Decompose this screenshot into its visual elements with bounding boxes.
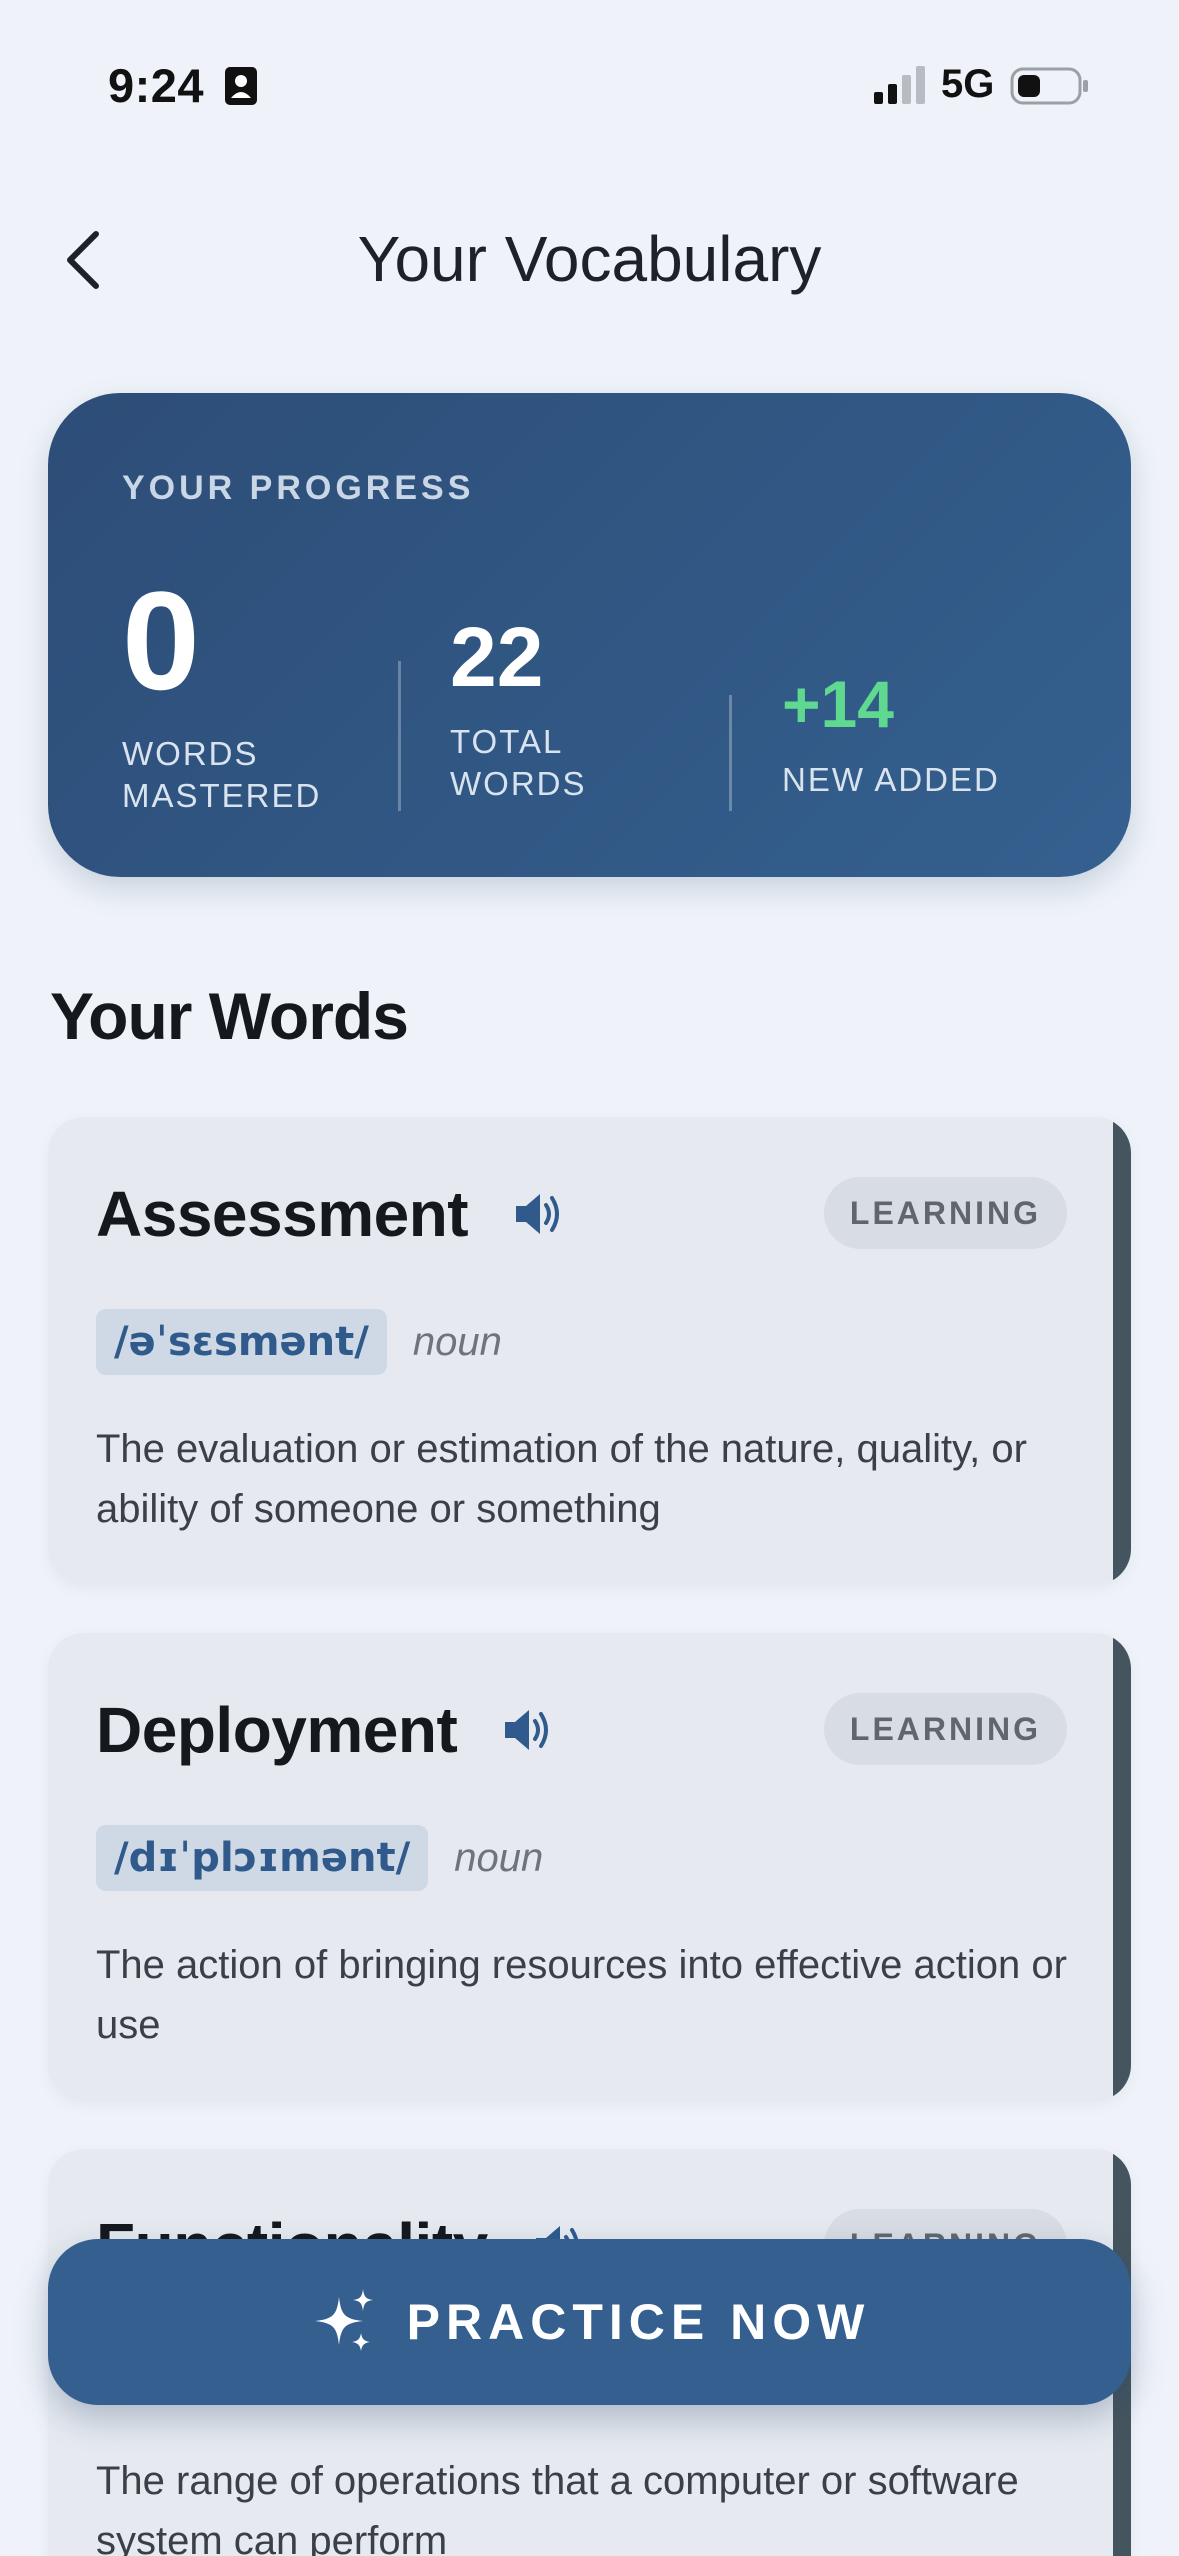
- status-time: 9:24: [108, 59, 205, 112]
- word-card[interactable]: Assessment LEARNING /əˈsɛsmənt/ noun The…: [48, 1117, 1131, 1585]
- mastered-caption-line2: MASTERED: [122, 777, 322, 814]
- word-card[interactable]: Deployment LEARNING /dɪˈplɔɪmənt/ noun T…: [48, 1633, 1131, 2101]
- word-title: Deployment: [96, 1694, 458, 1766]
- stat-divider: [729, 695, 732, 811]
- speaker-icon[interactable]: [501, 1704, 553, 1756]
- vocabulary-screen: 9:24 5G Your Vocabulary YOUR PROGRESS 0: [0, 0, 1179, 2556]
- new-added-count: +14: [782, 667, 894, 741]
- pronunciation-row: /əˈsɛsmənt/ noun: [96, 1309, 502, 1375]
- sparkle-icon: [314, 2289, 373, 2351]
- mastered-count: 0: [122, 562, 200, 719]
- page-title: Your Vocabulary: [357, 223, 822, 295]
- section-title-your-words: Your Words: [50, 979, 409, 1053]
- stat-words-mastered: 0 WORDS MASTERED: [122, 571, 321, 817]
- practice-now-label: PRACTICE NOW: [406, 2294, 871, 2350]
- stat-total-words: 22 TOTAL WORDS: [450, 615, 730, 805]
- contact-card-icon: [225, 67, 257, 105]
- status-badge: LEARNING: [823, 1177, 1067, 1249]
- total-caption-line2: WORDS: [450, 765, 587, 802]
- word-header: Assessment: [96, 1177, 564, 1251]
- total-caption-line1: TOTAL: [450, 723, 564, 760]
- stat-divider: [398, 661, 401, 811]
- definition: The range of operations that a computer …: [96, 2459, 1019, 2556]
- phonetic: /əˈsɛsmənt/: [96, 1309, 387, 1375]
- new-added-caption: NEW ADDED: [782, 761, 1000, 798]
- pronunciation-row: /dɪˈplɔɪmənt/ noun: [96, 1825, 543, 1891]
- progress-label: YOUR PROGRESS: [122, 469, 475, 507]
- network-type: 5G: [941, 62, 995, 106]
- part-of-speech: noun: [454, 1835, 544, 1880]
- phonetic: /dɪˈplɔɪmənt/: [96, 1825, 429, 1891]
- status-badge: LEARNING: [823, 1693, 1067, 1765]
- definition: The action of bringing resources into ef…: [96, 1943, 1067, 2047]
- progress-card: YOUR PROGRESS 0 WORDS MASTERED 22 TOTAL …: [48, 393, 1131, 877]
- mastered-caption-line1: WORDS: [122, 735, 259, 772]
- status-bar: 9:24 5G: [0, 0, 1179, 170]
- total-count: 22: [450, 610, 544, 704]
- stat-new-added: +14 NEW ADDED: [782, 671, 1000, 801]
- word-header: Deployment: [96, 1693, 553, 1767]
- practice-now-button[interactable]: PRACTICE NOW: [48, 2239, 1131, 2405]
- speaker-icon[interactable]: [512, 1188, 564, 1240]
- word-title: Assessment: [96, 1178, 469, 1250]
- battery-icon: [1010, 67, 1088, 105]
- part-of-speech: noun: [412, 1319, 502, 1364]
- cellular-signal-icon: [874, 66, 925, 104]
- definition: The evaluation or estimation of the natu…: [96, 1427, 1027, 1531]
